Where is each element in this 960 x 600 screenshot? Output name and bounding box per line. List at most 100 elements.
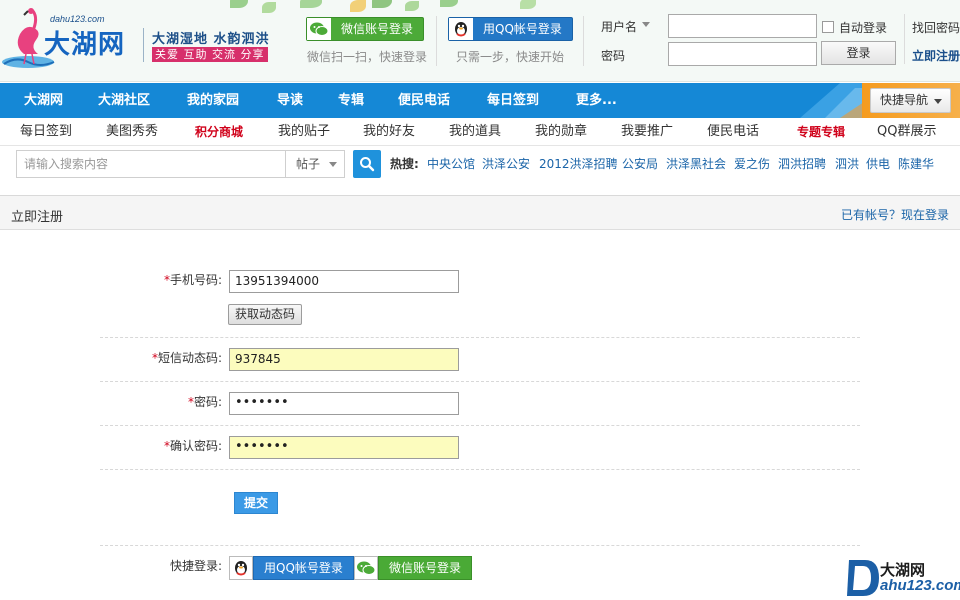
subnav-item-meitu[interactable]: 美图秀秀	[106, 118, 158, 146]
register-title: 立即注册	[11, 210, 64, 225]
nav-item-checkin[interactable]: 每日签到	[487, 83, 539, 118]
site-header: dahu123.com 大湖网 大湖湿地 水韵泗洪 关爱 互助 交流 分享 微信…	[0, 0, 960, 82]
search-icon	[360, 157, 375, 172]
subnav-item-my-props[interactable]: 我的道具	[449, 118, 501, 146]
nav-item-community[interactable]: 大湖社区	[98, 83, 150, 118]
search-bar: 请输入搜索内容 帖子 热搜: 中央公馆 洪泽公安 2012洪泽招聘 公安局 洪泽…	[0, 147, 960, 183]
hot-search-item[interactable]: 中央公馆	[427, 155, 475, 172]
slogan-sub: 关爱 互助 交流 分享	[152, 47, 268, 62]
divider	[583, 16, 584, 66]
sms-code-input[interactable]: 937845	[229, 348, 459, 371]
phone-input[interactable]: 13951394000	[229, 270, 459, 293]
chevron-down-icon	[934, 99, 942, 104]
leaf-decoration	[230, 0, 248, 8]
logo-name[interactable]: 大湖网	[44, 24, 125, 61]
watermark-domain: ahu123.com	[880, 577, 960, 594]
leaf-decoration	[300, 0, 322, 8]
register-link[interactable]: 立即注册	[912, 47, 960, 64]
divider	[100, 337, 860, 338]
leaf-decoration	[520, 0, 536, 9]
wechat-login-button[interactable]: 微信账号登录	[306, 17, 425, 41]
chevron-down-icon[interactable]	[642, 22, 650, 28]
confirm-password-input[interactable]: •••••••	[229, 436, 459, 459]
hot-search-item[interactable]: 爱之伤	[734, 155, 770, 172]
qq-login-tip: 只需一步，快速开始	[456, 50, 565, 64]
subnav-item-checkin[interactable]: 每日签到	[20, 118, 72, 146]
hot-search-item[interactable]: 2012洪泽招聘	[539, 155, 618, 172]
wechat-icon	[307, 18, 331, 40]
quick-wechat-login-label: 微信账号登录	[378, 556, 473, 580]
register-header: 立即注册 已有帐号？现在登录	[0, 196, 960, 230]
auto-login-checkbox[interactable]	[822, 21, 834, 33]
phone-label-text: 手机号码:	[169, 273, 222, 287]
confirm-password-label-text: 确认密码:	[169, 439, 222, 453]
subnav-item-my-posts[interactable]: 我的贴子	[278, 118, 330, 146]
get-code-button[interactable]: 获取动态码	[228, 304, 302, 325]
hot-search-item[interactable]: 泗洪招聘	[778, 155, 826, 172]
username-label: 用户名	[601, 20, 638, 34]
wechat-login-label: 微信账号登录	[341, 22, 414, 36]
find-password-link[interactable]: 找回密码	[912, 19, 960, 36]
quick-login-label: 快捷登录:	[170, 559, 223, 573]
submit-button[interactable]: 提交	[234, 492, 278, 514]
password-label: *密码:	[102, 393, 222, 410]
nav-item-my-home[interactable]: 我的家园	[187, 83, 239, 118]
password-input[interactable]: •••••••	[229, 392, 459, 415]
hot-search-item[interactable]: 洪泽黑社会	[666, 155, 726, 172]
confirm-password-label: *确认密码:	[102, 437, 222, 454]
hot-search-label: 热搜:	[390, 157, 419, 171]
qq-login-label: 用QQ帐号登录	[483, 22, 562, 36]
hot-search-item[interactable]: 泗洪	[835, 155, 859, 172]
wechat-icon	[354, 556, 378, 580]
search-input[interactable]: 请输入搜索内容	[16, 150, 286, 178]
username-input[interactable]	[668, 14, 817, 38]
nav-item-more[interactable]: 更多...	[576, 83, 617, 118]
qq-penguin-icon	[229, 556, 253, 580]
search-type-select[interactable]: 帖子	[285, 150, 345, 178]
subnav-item-my-friends[interactable]: 我的好友	[363, 118, 415, 146]
have-account-login-link[interactable]: 已有帐号？现在登录	[841, 206, 949, 223]
leaf-decoration	[262, 2, 276, 13]
nav-item-guide[interactable]: 导读	[277, 83, 303, 118]
register-panel: 立即注册 已有帐号？现在登录 *手机号码: 13951394000 获取动态码 …	[0, 195, 960, 600]
main-nav: 大湖网 大湖社区 我的家园 导读 专辑 便民电话 每日签到 更多... 快捷导航	[0, 83, 960, 118]
hot-search-item[interactable]: 供电	[866, 155, 890, 172]
qq-login-button[interactable]: 用QQ帐号登录	[448, 17, 573, 41]
nav-decoration	[800, 83, 870, 118]
qq-penguin-icon	[449, 18, 473, 40]
login-button[interactable]: 登录	[821, 41, 896, 65]
divider	[904, 14, 905, 64]
quick-qq-login-label: 用QQ帐号登录	[253, 556, 354, 580]
sub-nav: 每日签到 美图秀秀 积分商城 我的贴子 我的好友 我的道具 我的勋章 我要推广 …	[0, 118, 960, 146]
divider	[436, 16, 437, 66]
auto-login-label: 自动登录	[839, 21, 888, 35]
subnav-item-my-medals[interactable]: 我的勋章	[535, 118, 587, 146]
subnav-item-topics[interactable]: 专题专辑	[797, 118, 845, 146]
hot-search-item[interactable]: 陈建华	[898, 155, 934, 172]
leaf-decoration	[440, 0, 458, 7]
quick-nav-button[interactable]: 快捷导航	[870, 88, 951, 113]
subnav-item-phone[interactable]: 便民电话	[707, 118, 759, 146]
nav-item-phone[interactable]: 便民电话	[398, 83, 450, 118]
nav-item-albums[interactable]: 专辑	[338, 83, 364, 118]
hot-search-item[interactable]: 公安局	[622, 155, 658, 172]
subnav-item-points-mall[interactable]: 积分商城	[195, 118, 243, 146]
flower-decoration	[350, 0, 366, 12]
quick-qq-login-button[interactable]: 用QQ帐号登录	[229, 556, 354, 580]
divider	[143, 28, 144, 62]
hot-search-item[interactable]: 洪泽公安	[482, 155, 530, 172]
sms-code-label: *短信动态码:	[102, 349, 222, 366]
password-input[interactable]	[668, 42, 817, 66]
search-button[interactable]	[353, 150, 381, 178]
quick-nav-label: 快捷导航	[880, 93, 929, 107]
divider	[100, 545, 860, 546]
quick-wechat-login-button[interactable]: 微信账号登录	[354, 556, 473, 580]
leaf-decoration	[405, 1, 419, 11]
nav-item-home[interactable]: 大湖网	[24, 83, 63, 118]
slogan-main: 大湖湿地 水韵泗洪	[152, 32, 270, 47]
divider	[100, 469, 860, 470]
leaf-decoration	[372, 0, 392, 8]
subnav-item-promote[interactable]: 我要推广	[621, 118, 673, 146]
sms-code-label-text: 短信动态码:	[157, 351, 222, 365]
subnav-item-qq-groups[interactable]: QQ群展示	[877, 118, 936, 146]
